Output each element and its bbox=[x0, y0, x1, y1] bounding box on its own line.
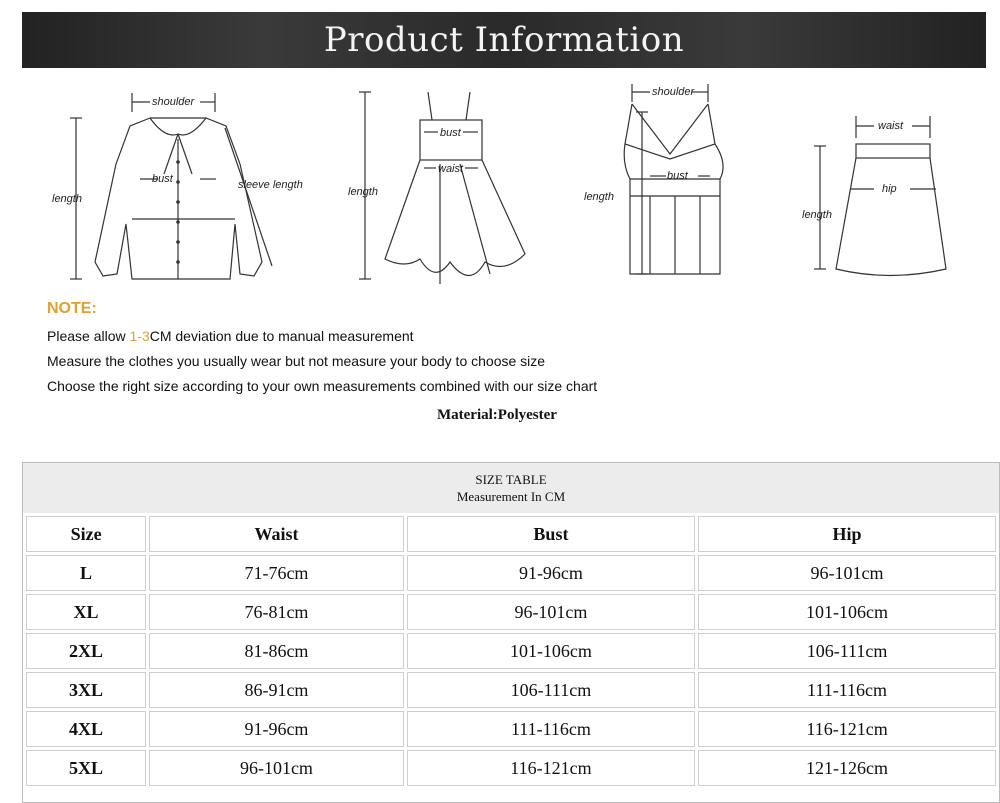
waist-cell: 96-101cm bbox=[149, 750, 404, 786]
table-header-row: Size Waist Bust Hip bbox=[26, 516, 996, 552]
hip-cell: 111-116cm bbox=[698, 672, 996, 708]
header-banner: Product Information bbox=[22, 12, 986, 68]
tank-diagram: shoulder bust length bbox=[580, 84, 760, 299]
table-row: 3XL 86-91cm 106-111cm 111-116cm bbox=[26, 672, 996, 708]
tank-illustration: shoulder bust length bbox=[584, 84, 724, 275]
note-line-1-suffix: CM deviation due to manual measurement bbox=[149, 328, 414, 344]
tank-length-label: length bbox=[584, 191, 614, 203]
table-row: L 71-76cm 91-96cm 96-101cm bbox=[26, 555, 996, 591]
size-table-subtitle: Measurement In CM bbox=[456, 489, 566, 504]
note-line-2: Measure the clothes you usually wear but… bbox=[47, 353, 546, 369]
shirt-sleeve-label: sleeve length bbox=[238, 179, 303, 191]
hip-cell: 101-106cm bbox=[698, 594, 996, 630]
size-cell: 2XL bbox=[26, 633, 147, 669]
bust-cell: 106-111cm bbox=[406, 672, 696, 708]
dress-waist-label: waist bbox=[438, 163, 464, 175]
header-bust: Bust bbox=[406, 516, 696, 552]
size-cell: L bbox=[26, 555, 147, 591]
dress-diagram: bust waist length bbox=[340, 84, 540, 299]
table-row: 5XL 96-101cm 116-121cm 121-126cm bbox=[26, 750, 996, 786]
hip-cell: 116-121cm bbox=[698, 711, 996, 747]
dress-illustration: bust waist length bbox=[348, 91, 526, 284]
waist-cell: 91-96cm bbox=[149, 711, 404, 747]
skirt-diagram: waist hip length bbox=[790, 84, 970, 299]
shirt-diagram: shoulder bust length sleeve length bbox=[40, 84, 320, 299]
note-line-1-prefix: Please allow bbox=[47, 328, 130, 344]
table-row: XL 76-81cm 96-101cm 101-106cm bbox=[26, 594, 996, 630]
note-line-1: Please allow 1-3CM deviation due to manu… bbox=[47, 328, 747, 344]
size-cell: 3XL bbox=[26, 672, 147, 708]
dress-bust-label: bust bbox=[440, 127, 462, 139]
table-row: 2XL 81-86cm 101-106cm 106-111cm bbox=[26, 633, 996, 669]
hip-cell: 96-101cm bbox=[698, 555, 996, 591]
bust-cell: 91-96cm bbox=[406, 555, 696, 591]
size-cell: XL bbox=[26, 594, 147, 630]
shirt-illustration: shoulder bust length sleeve length bbox=[52, 93, 303, 280]
size-table-title: SIZE TABLE bbox=[475, 472, 547, 487]
header-waist: Waist bbox=[149, 516, 404, 552]
size-cell: 5XL bbox=[26, 750, 147, 786]
material-text: Material:Polyester bbox=[437, 407, 557, 423]
note-line-1-accent: 1-3 bbox=[129, 328, 150, 344]
size-table: SIZE TABLE Measurement In CM Size Waist … bbox=[22, 462, 1000, 803]
page-title: Product Information bbox=[323, 20, 685, 60]
shirt-shoulder-label: shoulder bbox=[152, 96, 196, 108]
header-hip: Hip bbox=[698, 516, 996, 552]
waist-cell: 81-86cm bbox=[149, 633, 404, 669]
hip-cell: 121-126cm bbox=[698, 750, 996, 786]
bust-cell: 111-116cm bbox=[406, 711, 696, 747]
tank-bust-label: bust bbox=[667, 170, 689, 182]
note-line-3: Choose the right size according to your … bbox=[47, 378, 598, 394]
bust-cell: 116-121cm bbox=[406, 750, 696, 786]
notes-section: NOTE: Please allow 1-3CM deviation due t… bbox=[47, 300, 747, 403]
tank-shoulder-label: shoulder bbox=[652, 86, 696, 98]
size-cell: 4XL bbox=[26, 711, 147, 747]
shirt-bust-label: bust bbox=[152, 173, 174, 185]
skirt-length-label: length bbox=[802, 209, 832, 221]
dress-length-label: length bbox=[348, 186, 378, 198]
skirt-illustration: waist hip length bbox=[802, 116, 947, 277]
bust-cell: 96-101cm bbox=[406, 594, 696, 630]
waist-cell: 76-81cm bbox=[149, 594, 404, 630]
shirt-length-label: length bbox=[52, 193, 82, 205]
table-row: 4XL 91-96cm 111-116cm 116-121cm bbox=[26, 711, 996, 747]
skirt-waist-label: waist bbox=[878, 120, 904, 132]
waist-cell: 86-91cm bbox=[149, 672, 404, 708]
waist-cell: 71-76cm bbox=[149, 555, 404, 591]
size-table-grid: Size Waist Bust Hip L 71-76cm 91-96cm 96… bbox=[23, 513, 999, 789]
note-title: NOTE: bbox=[47, 300, 97, 317]
bust-cell: 101-106cm bbox=[406, 633, 696, 669]
header-size: Size bbox=[26, 516, 147, 552]
skirt-hip-label: hip bbox=[882, 183, 897, 195]
measurement-illustrations: shoulder bust length sleeve length bust … bbox=[40, 84, 970, 299]
size-table-heading: SIZE TABLE Measurement In CM bbox=[23, 463, 999, 513]
hip-cell: 106-111cm bbox=[698, 633, 996, 669]
